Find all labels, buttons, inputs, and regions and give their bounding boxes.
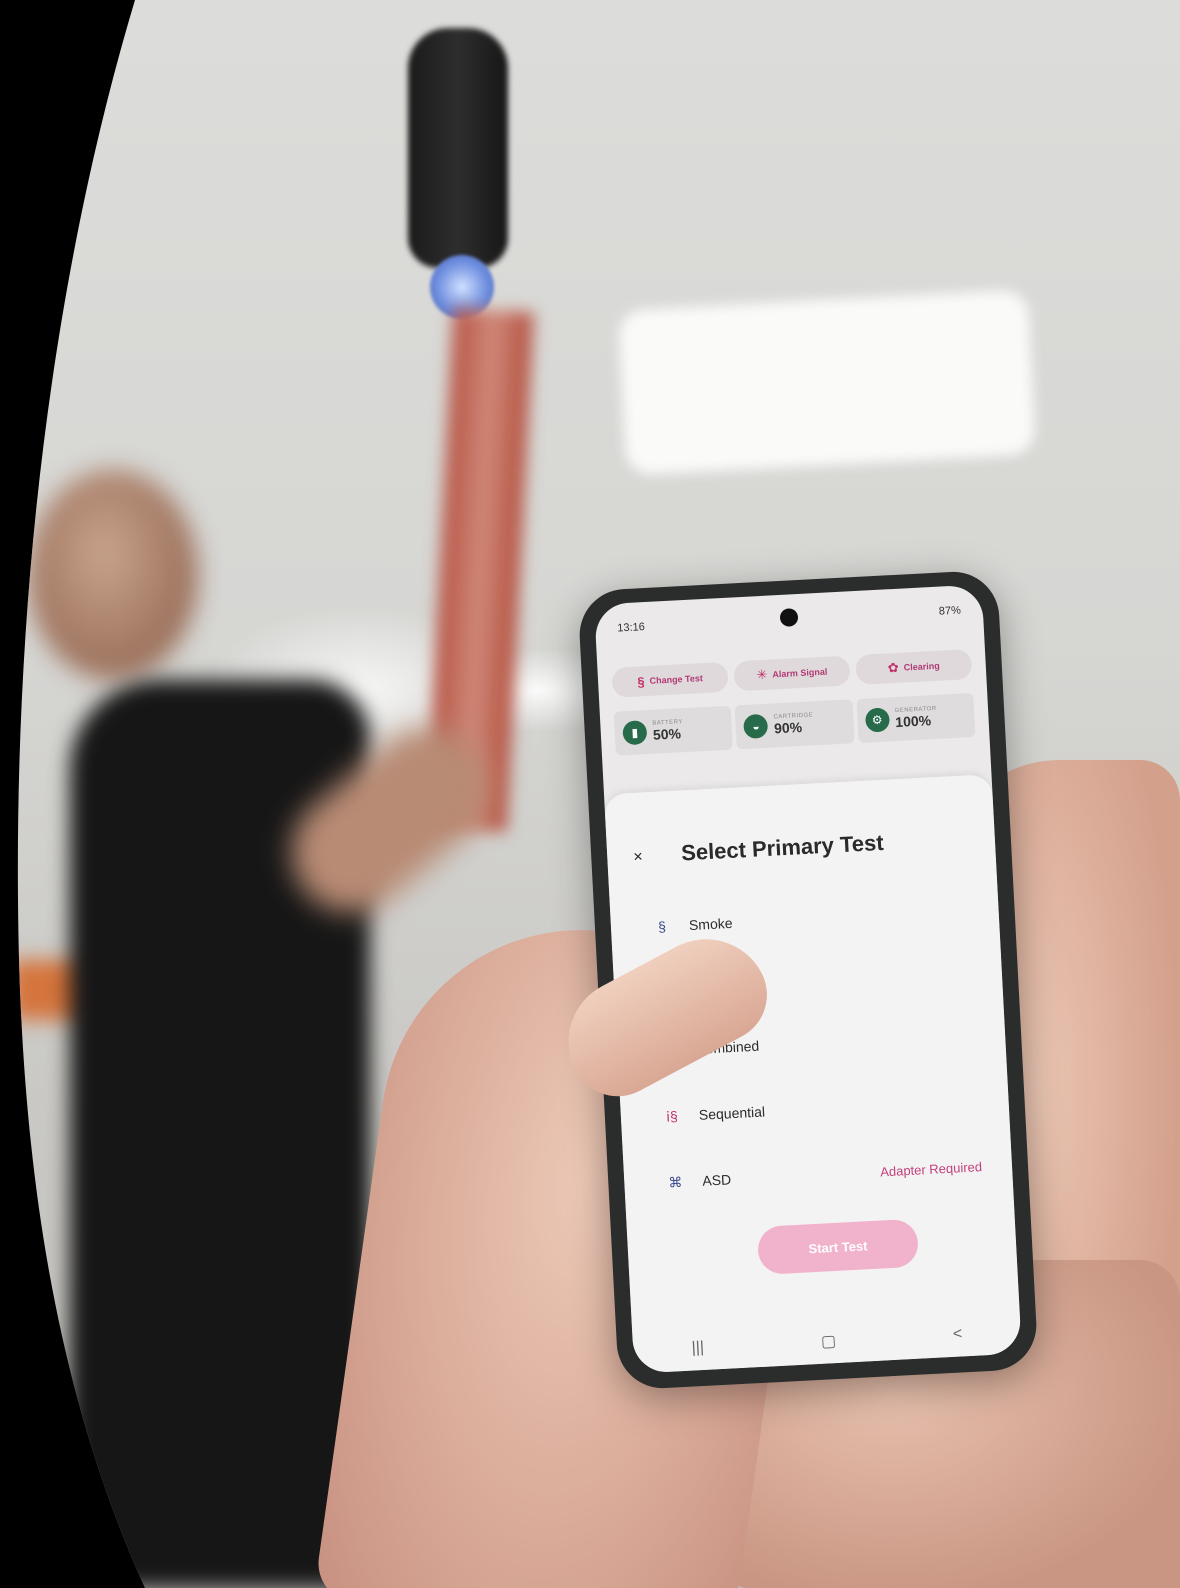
smoke-icon: § bbox=[657, 918, 667, 935]
battery-icon: ▮ bbox=[622, 720, 647, 745]
smoke-icon: § bbox=[636, 673, 645, 690]
device-stats: ▮ BATTERY 50% ◒ CARTRIDGE 90% ⚙ GENERATO… bbox=[614, 693, 976, 756]
stat-value: 50% bbox=[652, 725, 682, 743]
option-label: Sequential bbox=[698, 1103, 766, 1123]
technician-head bbox=[28, 470, 198, 680]
change-test-chip[interactable]: § Change Test bbox=[611, 662, 728, 698]
battery-stat: ▮ BATTERY 50% bbox=[614, 706, 733, 756]
start-test-button[interactable]: Start Test bbox=[757, 1219, 919, 1275]
android-navbar: ||| ▢ < bbox=[632, 1309, 1022, 1373]
cartridge-icon: ◒ bbox=[743, 714, 768, 739]
status-battery: 87% bbox=[938, 604, 962, 618]
sheet-title: Select Primary Test bbox=[680, 829, 885, 866]
clearing-chip[interactable]: ✿ Clearing bbox=[855, 649, 972, 685]
option-asd[interactable]: ⌘ ASD Adapter Required bbox=[664, 1151, 983, 1198]
home-button[interactable]: ▢ bbox=[820, 1331, 836, 1352]
alarm-signal-chip[interactable]: ✳ Alarm Signal bbox=[733, 655, 850, 691]
cartridge-stat: ◒ CARTRIDGE 90% bbox=[735, 699, 854, 749]
generator-stat: ⚙ GENERATOR 100% bbox=[856, 693, 975, 743]
option-smoke[interactable]: § Smoke bbox=[650, 896, 969, 943]
sequential-icon: ⅰ§ bbox=[665, 1107, 679, 1125]
fan-icon: ✿ bbox=[887, 659, 900, 676]
close-icon[interactable]: × bbox=[633, 848, 643, 866]
chip-label: Change Test bbox=[649, 673, 704, 686]
smoke-detector bbox=[408, 28, 508, 268]
option-sequential[interactable]: ⅰ§ Sequential bbox=[660, 1085, 979, 1132]
recent-apps-button[interactable]: ||| bbox=[691, 1339, 704, 1358]
stat-value: 90% bbox=[773, 718, 803, 737]
chip-label: Alarm Signal bbox=[772, 666, 828, 680]
adapter-required-badge: Adapter Required bbox=[879, 1158, 983, 1179]
action-chips: § Change Test ✳ Alarm Signal ✿ Clearing bbox=[611, 649, 972, 698]
status-time: 13:16 bbox=[617, 621, 646, 635]
option-label: Smoke bbox=[688, 914, 733, 934]
background-photo: 13:16 87% § Change Test ✳ Alarm Signal ✿… bbox=[0, 0, 1180, 1588]
asd-icon: ⌘ bbox=[667, 1173, 683, 1191]
stat-value: 100% bbox=[894, 712, 932, 731]
chip-label: Clearing bbox=[903, 660, 940, 673]
option-label: ASD bbox=[701, 1171, 732, 1189]
back-button[interactable]: < bbox=[952, 1325, 962, 1343]
generator-icon: ⚙ bbox=[865, 707, 890, 732]
alarm-icon: ✳ bbox=[756, 666, 768, 683]
ceiling-light bbox=[618, 289, 1036, 475]
